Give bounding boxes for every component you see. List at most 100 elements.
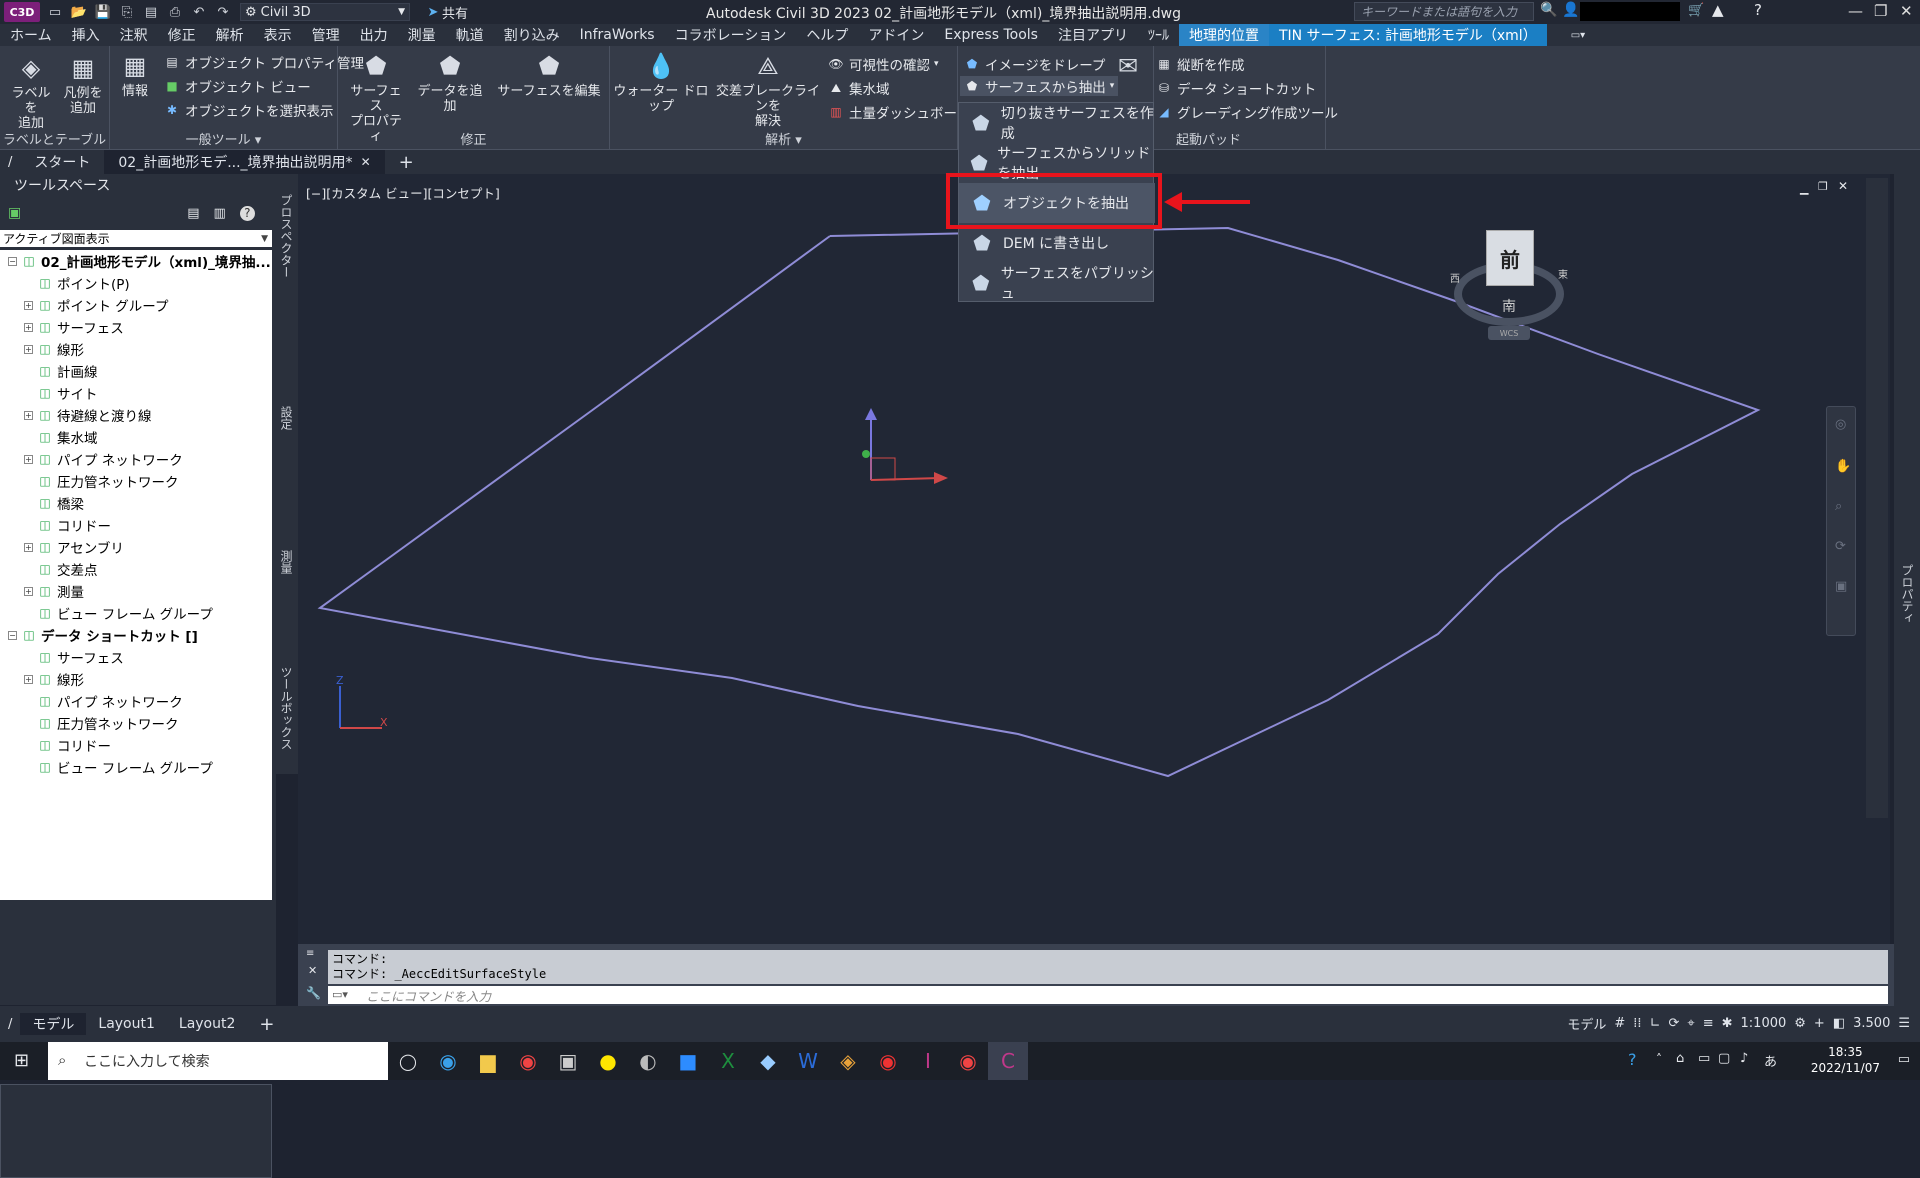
lineweight-icon[interactable]: ≡ bbox=[1703, 1016, 1714, 1031]
app-icon[interactable]: ◈ bbox=[828, 1042, 868, 1080]
expand-toggle-icon[interactable]: + bbox=[24, 300, 33, 310]
expand-toggle-icon[interactable]: + bbox=[24, 410, 33, 420]
ortho-icon[interactable]: ∟ bbox=[1650, 1016, 1661, 1031]
catchment-button[interactable]: ⛰ 集水域 bbox=[828, 78, 890, 99]
command-input[interactable]: ここにコマンドを入力 bbox=[328, 986, 1888, 1004]
tree-item[interactable]: − ◫ データ ショートカット [] bbox=[8, 624, 198, 646]
status-value[interactable]: 3.500 bbox=[1853, 1016, 1890, 1031]
edge-icon[interactable]: ◉ bbox=[428, 1042, 468, 1080]
cmdline-customize-icon[interactable]: 🔧 bbox=[306, 986, 321, 1000]
tree-item[interactable]: + ◫ パイプ ネットワーク bbox=[24, 448, 183, 470]
app-icon[interactable]: ◆ bbox=[748, 1042, 788, 1080]
tab-interrupt[interactable]: 割り込み bbox=[494, 24, 570, 46]
new-tab-button[interactable]: + bbox=[385, 150, 428, 174]
help-icon[interactable]: ? bbox=[239, 205, 255, 221]
save-icon[interactable]: 💾 bbox=[94, 3, 112, 21]
viewcube-east[interactable]: 東 bbox=[1558, 266, 1568, 281]
tab-layout1[interactable]: Layout1 bbox=[86, 1013, 167, 1035]
resolve-breaklines-button[interactable]: ⟁ 交差ブレークラインを 解決 bbox=[710, 50, 826, 130]
autodesk-a-icon[interactable]: ▲ bbox=[1712, 1, 1724, 19]
tree-item[interactable]: ◫ コリドー bbox=[24, 734, 111, 756]
network-icon[interactable]: ⌂ bbox=[1676, 1051, 1684, 1066]
tab-express-tools[interactable]: Express Tools bbox=[934, 24, 1048, 46]
tree-item[interactable]: ◫ 交差点 bbox=[24, 558, 97, 580]
ime-icon[interactable]: あ bbox=[1764, 1051, 1777, 1070]
close-icon[interactable]: ✕ bbox=[1900, 2, 1913, 20]
tree-item[interactable]: ◫ パイプ ネットワーク bbox=[24, 690, 182, 712]
tree-item[interactable]: + ◫ 待避線と渡り線 bbox=[24, 404, 152, 426]
new-file-icon[interactable]: ▭ bbox=[46, 3, 64, 21]
help-icon[interactable]: ? bbox=[1754, 1, 1762, 19]
search-input[interactable]: キーワードまたは語句を入力 bbox=[1354, 2, 1534, 21]
share-label[interactable]: 共有 bbox=[442, 3, 468, 22]
undo-icon[interactable]: ↶ bbox=[190, 3, 208, 21]
expand-toggle-icon[interactable]: + bbox=[24, 344, 33, 354]
grid-icon[interactable]: # bbox=[1614, 1016, 1625, 1031]
showmotion-icon[interactable]: ▣ bbox=[1835, 579, 1847, 594]
tree-item[interactable]: ◫ 圧力管ネットワーク bbox=[24, 712, 178, 734]
menu-item-export-dem[interactable]: ⬟ DEM に書き出し bbox=[959, 223, 1155, 263]
isolate-icon[interactable]: ◧ bbox=[1833, 1016, 1845, 1031]
user-icon[interactable]: 👤 bbox=[1562, 2, 1579, 18]
app-logo[interactable]: C3D bbox=[4, 2, 40, 22]
app-yellow-icon[interactable]: ● bbox=[588, 1042, 628, 1080]
model-space-toggle[interactable]: モデル bbox=[1567, 1014, 1606, 1033]
tree-item[interactable]: ◫ サーフェス bbox=[24, 646, 123, 668]
expand-toggle-icon[interactable]: + bbox=[24, 674, 33, 684]
annotation-scale[interactable]: 1:1000 bbox=[1741, 1016, 1787, 1031]
tree-item[interactable]: ◫ 集水域 bbox=[24, 426, 97, 448]
earthwork-dashboard-button[interactable]: ▥ 土量ダッシュボード bbox=[828, 102, 970, 122]
tree-item[interactable]: + ◫ 線形 bbox=[24, 668, 84, 690]
orbit-icon[interactable]: ⟳ bbox=[1835, 539, 1846, 554]
polar-icon[interactable]: ⟳ bbox=[1668, 1016, 1679, 1031]
tab-infraworks[interactable]: InfraWorks bbox=[570, 24, 665, 46]
notification-icon[interactable]: ▭ bbox=[1898, 1052, 1910, 1067]
tree-item[interactable]: + ◫ 測量 bbox=[24, 580, 84, 602]
task-view-icon[interactable]: ◯ bbox=[388, 1042, 428, 1080]
expand-toggle-icon[interactable]: + bbox=[24, 586, 33, 596]
expand-toggle-icon[interactable]: − bbox=[8, 256, 17, 266]
tab-home[interactable]: ホーム bbox=[0, 24, 62, 46]
share-icon[interactable]: ➤ bbox=[424, 3, 442, 21]
steering-wheel-icon[interactable]: ◎ bbox=[1835, 417, 1846, 432]
visibility-check-button[interactable]: 👁 可視性の確認 ▾ bbox=[828, 54, 938, 74]
search-icon[interactable]: 🔍 bbox=[1540, 2, 1557, 18]
data-shortcut-button[interactable]: ⛁ データ ショートカット bbox=[1156, 78, 1316, 98]
excel-icon[interactable]: X bbox=[708, 1042, 748, 1080]
tray-chevron-icon[interactable]: ˄ bbox=[1656, 1052, 1662, 1066]
tree-view-icon[interactable]: ▤ bbox=[187, 206, 199, 221]
tree-item[interactable]: ◫ 計画線 bbox=[24, 360, 97, 382]
viewcube[interactable]: 前 西 東 南 WCS bbox=[1440, 230, 1580, 350]
viewcube-face[interactable]: 前 bbox=[1486, 230, 1534, 286]
battery-icon[interactable]: ▭ bbox=[1698, 1051, 1710, 1066]
drape-image-button[interactable]: ⬟ イメージをドレープ bbox=[964, 54, 1106, 74]
tab-view[interactable]: 表示 bbox=[254, 24, 302, 46]
civil3d-taskbar-icon[interactable]: C bbox=[988, 1042, 1028, 1080]
isolate-objects-button[interactable]: ✱ オブジェクトを選択表示 bbox=[164, 100, 334, 120]
tree-item[interactable]: ◫ ビュー フレーム グループ bbox=[24, 602, 213, 624]
zoom-icon[interactable]: ⌕ bbox=[1835, 499, 1842, 514]
properties-tab[interactable]: プロパティ bbox=[1899, 564, 1916, 624]
app-red-icon[interactable]: ◉ bbox=[868, 1042, 908, 1080]
expand-toggle-icon[interactable]: − bbox=[8, 630, 17, 640]
tab-settings[interactable]: 設定 bbox=[279, 406, 295, 430]
tab-modify[interactable]: 修正 bbox=[158, 24, 206, 46]
panel-title[interactable]: 一般ツール ▾ bbox=[110, 129, 337, 148]
tree-item[interactable]: ◫ 圧力管ネットワーク bbox=[24, 470, 178, 492]
save-as-icon[interactable]: ⎘ bbox=[118, 3, 136, 21]
expand-toggle-icon[interactable]: + bbox=[24, 322, 33, 332]
prospector-icon[interactable]: ▣ bbox=[8, 205, 21, 221]
extract-from-surface-button[interactable]: ⬟ サーフェスから抽出 ▾ bbox=[960, 76, 1119, 96]
menu-item-create-cropped-surface[interactable]: ⬟ 切り抜きサーフェスを作成 bbox=[959, 103, 1155, 143]
tab-tools[interactable]: ﾂｰﾙ bbox=[1138, 24, 1179, 46]
ribbon-toggle[interactable]: ▭▾ bbox=[1561, 24, 1595, 46]
viewcube-south[interactable]: 南 bbox=[1502, 296, 1516, 316]
tab-survey[interactable]: 測量 bbox=[398, 24, 446, 46]
tab-manage[interactable]: 管理 bbox=[302, 24, 350, 46]
tree-item[interactable]: ◫ ビュー フレーム グループ bbox=[24, 756, 213, 778]
pan-icon[interactable]: ✋ bbox=[1835, 459, 1851, 474]
tab-survey[interactable]: 測量 bbox=[279, 550, 295, 574]
windows-start-icon[interactable]: ⊞ bbox=[14, 1050, 29, 1071]
tab-layout2[interactable]: Layout2 bbox=[167, 1013, 248, 1035]
tree-item[interactable]: − ◫ 02_計画地形モデル（xml)_境界抽... bbox=[8, 250, 271, 272]
